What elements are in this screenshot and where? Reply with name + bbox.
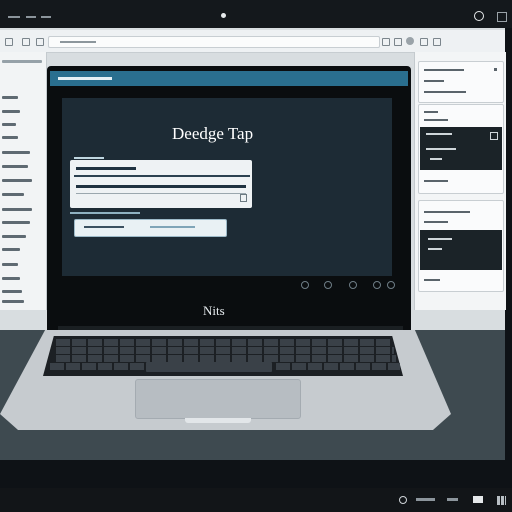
card-label (424, 221, 448, 223)
sidebar-item[interactable] (2, 165, 28, 168)
sidebar-item[interactable] (2, 96, 18, 99)
toolbar-star-icon[interactable] (394, 38, 402, 46)
form-label (74, 157, 104, 159)
toolbar-menu-icon[interactable] (420, 38, 428, 46)
card-label (424, 91, 466, 93)
submit-button-label (84, 226, 124, 228)
card-label (424, 279, 440, 281)
card-label (424, 69, 464, 71)
keyboard-row[interactable] (50, 363, 144, 370)
preview-label (428, 248, 442, 250)
toolbar-extension-icon[interactable] (433, 38, 441, 46)
card-label (424, 180, 448, 182)
sidebar-header (2, 60, 42, 63)
sidebar-item[interactable] (2, 277, 20, 280)
title-bar-menu-item[interactable] (26, 16, 36, 18)
keyboard-row[interactable] (56, 347, 394, 354)
sidebar-item[interactable] (2, 193, 24, 196)
dot-icon[interactable] (324, 281, 332, 289)
keyboard-row[interactable] (276, 363, 400, 370)
dot-icon[interactable] (349, 281, 357, 289)
dot-icon[interactable] (301, 281, 309, 289)
card-label (424, 119, 448, 121)
sidebar-item[interactable] (2, 263, 18, 266)
card-label (424, 80, 444, 82)
form-field[interactable] (76, 185, 246, 188)
taskbar-label (416, 498, 435, 501)
toolbar-search-icon[interactable] (382, 38, 390, 46)
sidebar-item[interactable] (2, 110, 20, 113)
window-icon[interactable] (473, 496, 483, 503)
os-title-bar (0, 0, 512, 28)
sidebar-item[interactable] (2, 248, 20, 251)
address-bar-text (60, 41, 96, 43)
preview-label (430, 158, 442, 160)
dot-icon (221, 13, 226, 18)
sidebar-item[interactable] (2, 300, 24, 303)
taskbar-label (447, 498, 458, 501)
toolbar-back-icon[interactable] (5, 38, 13, 46)
sidebar-item[interactable] (2, 151, 30, 154)
keyboard-row[interactable] (56, 339, 392, 346)
form-field-label (76, 167, 136, 170)
circle-icon[interactable] (399, 496, 407, 504)
sidebar-item[interactable] (2, 123, 16, 126)
sidebar-item[interactable] (2, 221, 30, 224)
toolbar-reload-icon[interactable] (36, 38, 44, 46)
title-bar-menu-item[interactable] (8, 16, 20, 18)
screen-heading: Deedge Tap (172, 124, 254, 143)
laptop-lip (185, 418, 251, 423)
preview-label (426, 133, 452, 135)
preview-label (426, 148, 456, 150)
card-label (424, 111, 438, 113)
keyboard-row[interactable] (56, 355, 396, 362)
form-caption (70, 212, 140, 214)
avatar[interactable] (406, 37, 414, 45)
dot-icon[interactable] (387, 281, 395, 289)
trackpad[interactable] (135, 379, 301, 419)
title-bar-menu-item[interactable] (41, 16, 51, 18)
sidebar-item[interactable] (2, 208, 32, 211)
toolbar-forward-icon[interactable] (22, 38, 30, 46)
app-header-title (58, 77, 112, 80)
address-bar[interactable] (48, 36, 380, 48)
form-input[interactable] (76, 193, 246, 203)
card-label (424, 211, 470, 213)
circle-icon[interactable] (474, 11, 484, 21)
dot-icon[interactable] (373, 281, 381, 289)
chevron-down-icon[interactable] (494, 68, 497, 71)
square-icon[interactable] (497, 12, 507, 22)
property-card[interactable] (418, 61, 504, 103)
sidebar-item[interactable] (2, 179, 32, 182)
taskbar (0, 488, 512, 512)
form-field[interactable] (74, 175, 250, 177)
screen-footer-label: Nits (203, 303, 225, 318)
spacebar[interactable] (146, 362, 272, 372)
sidebar-item[interactable] (2, 235, 26, 238)
sidebar-item[interactable] (2, 136, 18, 139)
preview-panel (420, 230, 502, 270)
preview-label (428, 238, 452, 240)
submit-button-hint (150, 226, 195, 228)
attachment-icon[interactable] (240, 194, 247, 202)
settings-icon[interactable] (490, 132, 498, 140)
sidebar-item[interactable] (2, 290, 22, 293)
grid-icon[interactable] (497, 496, 506, 505)
submit-button[interactable] (74, 219, 227, 237)
